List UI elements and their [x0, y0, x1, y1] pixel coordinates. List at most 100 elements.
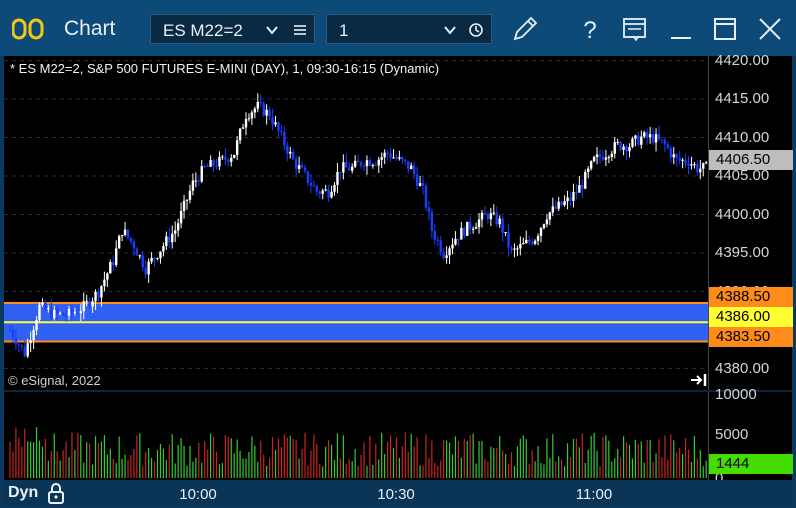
- candle-body: [451, 244, 454, 249]
- candle-body: [657, 134, 661, 140]
- help-icon[interactable]: ?: [575, 14, 605, 44]
- candle-body: [489, 213, 493, 220]
- candle-body: [498, 218, 501, 225]
- candle-body: [265, 109, 268, 116]
- candle: [153, 257, 156, 267]
- candle: [687, 155, 690, 175]
- candle-body: [690, 164, 693, 166]
- candle-body: [648, 134, 652, 138]
- interval-selector[interactable]: 1: [326, 14, 492, 44]
- candle: [672, 147, 675, 165]
- candle-body: [330, 191, 333, 198]
- candle-body: [539, 228, 543, 236]
- candle: [268, 106, 271, 121]
- candle-body: [162, 246, 165, 252]
- level-price-tag: 4383.50: [709, 327, 793, 347]
- candle-body: [560, 201, 563, 206]
- candle: [392, 149, 395, 159]
- candle-body: [20, 344, 23, 347]
- candle: [578, 175, 581, 193]
- candle: [463, 226, 466, 239]
- candle-body: [85, 300, 88, 302]
- time-axis[interactable]: Dyn 10:00 10:30 11:00: [4, 480, 792, 506]
- candle: [589, 160, 593, 171]
- candle: [684, 153, 687, 169]
- candle: [336, 163, 339, 194]
- volume-chart[interactable]: [4, 392, 708, 480]
- candle: [702, 162, 705, 177]
- candle-body: [227, 159, 230, 162]
- candle-body: [675, 154, 678, 159]
- candle: [179, 202, 183, 229]
- candle: [206, 163, 209, 168]
- candle-body: [336, 171, 339, 185]
- candle-body: [548, 212, 552, 220]
- candle-body: [182, 200, 186, 211]
- dynamic-mode-label[interactable]: Dyn: [8, 484, 38, 502]
- candle: [657, 125, 661, 141]
- candle-body: [64, 315, 68, 317]
- candle-body: [436, 239, 439, 241]
- candle: [628, 143, 631, 158]
- candle: [212, 158, 215, 172]
- candle: [669, 145, 672, 164]
- candle-body: [94, 291, 97, 302]
- candle-body: [321, 190, 324, 194]
- candle-body: [303, 167, 307, 172]
- candle-body: [575, 192, 578, 194]
- candle-body: [374, 164, 377, 166]
- candle: [533, 239, 537, 246]
- clock-icon[interactable]: [469, 23, 483, 37]
- close-icon[interactable]: [755, 14, 785, 44]
- candle-body: [123, 229, 127, 236]
- candle-body: [589, 161, 593, 169]
- candle-body: [312, 185, 316, 187]
- candle: [448, 246, 451, 265]
- minimize-icon[interactable]: [666, 14, 696, 44]
- price-chart[interactable]: * ES M22=2, S&P 500 FUTURES E-MINI (DAY)…: [4, 56, 708, 390]
- candle-body: [471, 228, 475, 230]
- candle-body: [371, 164, 375, 166]
- maximize-icon[interactable]: [710, 14, 740, 44]
- candle: [233, 154, 236, 159]
- candle: [595, 146, 599, 165]
- form-icon[interactable]: [620, 14, 650, 44]
- candle-body: [179, 210, 183, 224]
- candle-body: [480, 212, 484, 220]
- chevron-down-icon[interactable]: [265, 23, 279, 37]
- candle: [262, 101, 265, 117]
- candle-body: [368, 160, 372, 166]
- candle: [303, 164, 307, 174]
- candle-body: [578, 185, 581, 193]
- pencil-icon[interactable]: [510, 14, 540, 44]
- candle: [584, 169, 587, 190]
- chevron-down-icon[interactable]: [443, 23, 457, 37]
- candle-body: [238, 128, 242, 141]
- symbol-selector[interactable]: ES M22=2: [150, 14, 315, 44]
- candle-body: [610, 153, 613, 158]
- candle-body: [607, 157, 611, 159]
- lock-icon[interactable]: [46, 482, 66, 504]
- candle: [330, 186, 333, 199]
- menu-icon[interactable]: [293, 23, 307, 37]
- candle: [451, 237, 454, 255]
- price-axis[interactable]: 4420.00 4415.00 4410.00 4405.00 4400.00 4395.…: [708, 52, 793, 390]
- candle: [442, 247, 445, 261]
- candle-body: [669, 148, 672, 158]
- time-tick-label: 10:00: [179, 486, 217, 503]
- candle: [318, 189, 321, 199]
- candle-body: [188, 190, 192, 200]
- candle: [182, 194, 186, 219]
- candle-body: [392, 157, 395, 159]
- volume-axis[interactable]: 10000 5000 0 1444: [708, 386, 793, 487]
- candle: [637, 131, 640, 146]
- candle-body: [50, 308, 53, 319]
- candle-body: [516, 248, 519, 250]
- price-tick-label: 4380.00: [715, 359, 770, 377]
- candle: [280, 125, 283, 135]
- candle-body: [660, 139, 664, 141]
- candle: [616, 138, 619, 145]
- candle-body: [259, 101, 262, 104]
- candle: [238, 127, 242, 145]
- scroll-to-end-icon[interactable]: [690, 372, 708, 388]
